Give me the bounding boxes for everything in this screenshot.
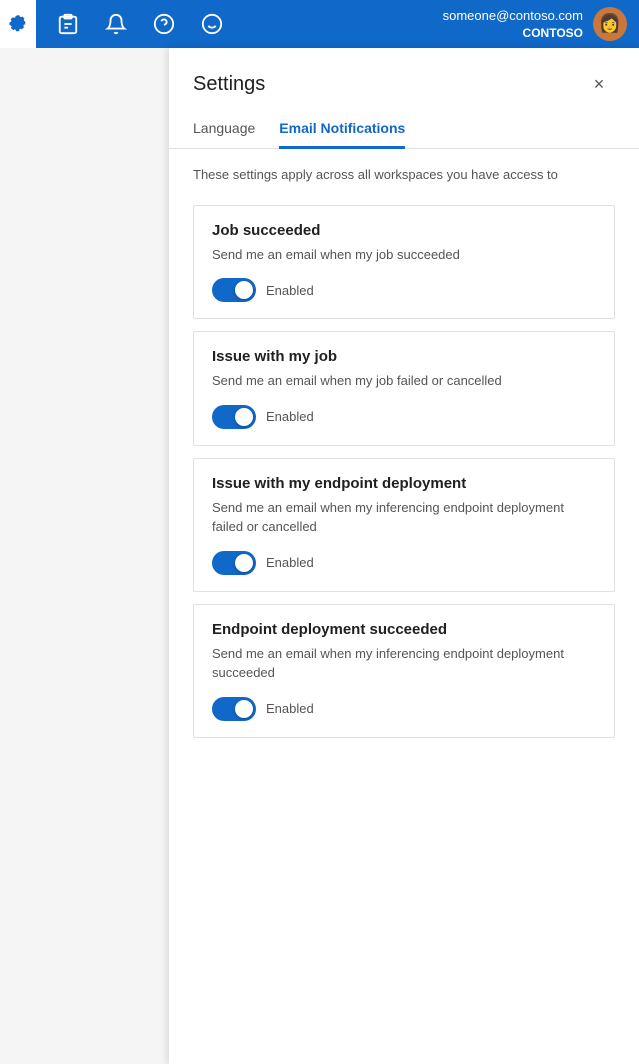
notif-desc-issue-endpoint-deployment: Send me an email when my inferencing end… bbox=[212, 498, 596, 537]
avatar[interactable]: 👩 bbox=[593, 7, 627, 41]
tab-language[interactable]: Language bbox=[193, 112, 255, 149]
gear-icon-container bbox=[0, 0, 36, 48]
user-email: someone@contoso.com bbox=[443, 7, 583, 25]
clipboard-icon[interactable] bbox=[52, 8, 84, 40]
close-button[interactable]: × bbox=[583, 68, 615, 100]
tab-email-notifications[interactable]: Email Notifications bbox=[279, 112, 405, 149]
notif-toggle-row-endpoint-deployment-succeeded: Enabled bbox=[212, 697, 596, 721]
notif-toggle-row-job-succeeded: Enabled bbox=[212, 278, 596, 302]
notification-card-endpoint-deployment-succeeded: Endpoint deployment succeeded Send me an… bbox=[193, 604, 615, 738]
notif-desc-job-succeeded: Send me an email when my job succeeded bbox=[212, 245, 596, 265]
notif-title-endpoint-deployment-succeeded: Endpoint deployment succeeded bbox=[212, 621, 596, 638]
notification-card-issue-with-job: Issue with my job Send me an email when … bbox=[193, 331, 615, 446]
toggle-issue-with-job[interactable] bbox=[212, 405, 256, 429]
settings-description: These settings apply across all workspac… bbox=[193, 165, 615, 185]
notif-desc-issue-with-job: Send me an email when my job failed or c… bbox=[212, 371, 596, 391]
emoji-svg bbox=[201, 13, 223, 35]
bell-icon[interactable] bbox=[100, 8, 132, 40]
avatar-letter: 👩 bbox=[599, 13, 621, 34]
toggle-job-succeeded[interactable] bbox=[212, 278, 256, 302]
toggle-label-issue-endpoint-deployment: Enabled bbox=[266, 555, 314, 570]
notification-cards: Job succeeded Send me an email when my j… bbox=[193, 205, 615, 738]
emoji-icon[interactable] bbox=[196, 8, 228, 40]
bell-svg bbox=[105, 13, 127, 35]
topbar-user: someone@contoso.com CONTOSO 👩 bbox=[443, 7, 627, 42]
toggle-label-issue-with-job: Enabled bbox=[266, 409, 314, 424]
settings-title: Settings bbox=[193, 73, 265, 96]
notification-card-issue-endpoint-deployment: Issue with my endpoint deployment Send m… bbox=[193, 458, 615, 592]
sidebar bbox=[0, 48, 172, 1064]
settings-panel: Settings × Language Email Notifications … bbox=[169, 48, 639, 1064]
user-info: someone@contoso.com CONTOSO bbox=[443, 7, 583, 42]
toggle-label-endpoint-deployment-succeeded: Enabled bbox=[266, 701, 314, 716]
toggle-issue-endpoint-deployment[interactable] bbox=[212, 551, 256, 575]
help-svg bbox=[153, 13, 175, 35]
notif-title-issue-with-job: Issue with my job bbox=[212, 348, 596, 365]
toggle-label-job-succeeded: Enabled bbox=[266, 283, 314, 298]
notif-title-issue-endpoint-deployment: Issue with my endpoint deployment bbox=[212, 475, 596, 492]
settings-header: Settings × bbox=[169, 48, 639, 100]
notif-toggle-row-issue-with-job: Enabled bbox=[212, 405, 596, 429]
tabs-container: Language Email Notifications bbox=[169, 112, 639, 149]
notif-toggle-row-issue-endpoint-deployment: Enabled bbox=[212, 551, 596, 575]
settings-content: These settings apply across all workspac… bbox=[169, 149, 639, 1064]
gear-icon bbox=[8, 14, 28, 34]
clipboard-svg bbox=[57, 13, 79, 35]
notif-title-job-succeeded: Job succeeded bbox=[212, 222, 596, 239]
notif-desc-endpoint-deployment-succeeded: Send me an email when my inferencing end… bbox=[212, 644, 596, 683]
notification-card-job-succeeded: Job succeeded Send me an email when my j… bbox=[193, 205, 615, 320]
user-org: CONTOSO bbox=[443, 25, 583, 42]
topbar: someone@contoso.com CONTOSO 👩 bbox=[0, 0, 639, 48]
help-icon[interactable] bbox=[148, 8, 180, 40]
toggle-endpoint-deployment-succeeded[interactable] bbox=[212, 697, 256, 721]
